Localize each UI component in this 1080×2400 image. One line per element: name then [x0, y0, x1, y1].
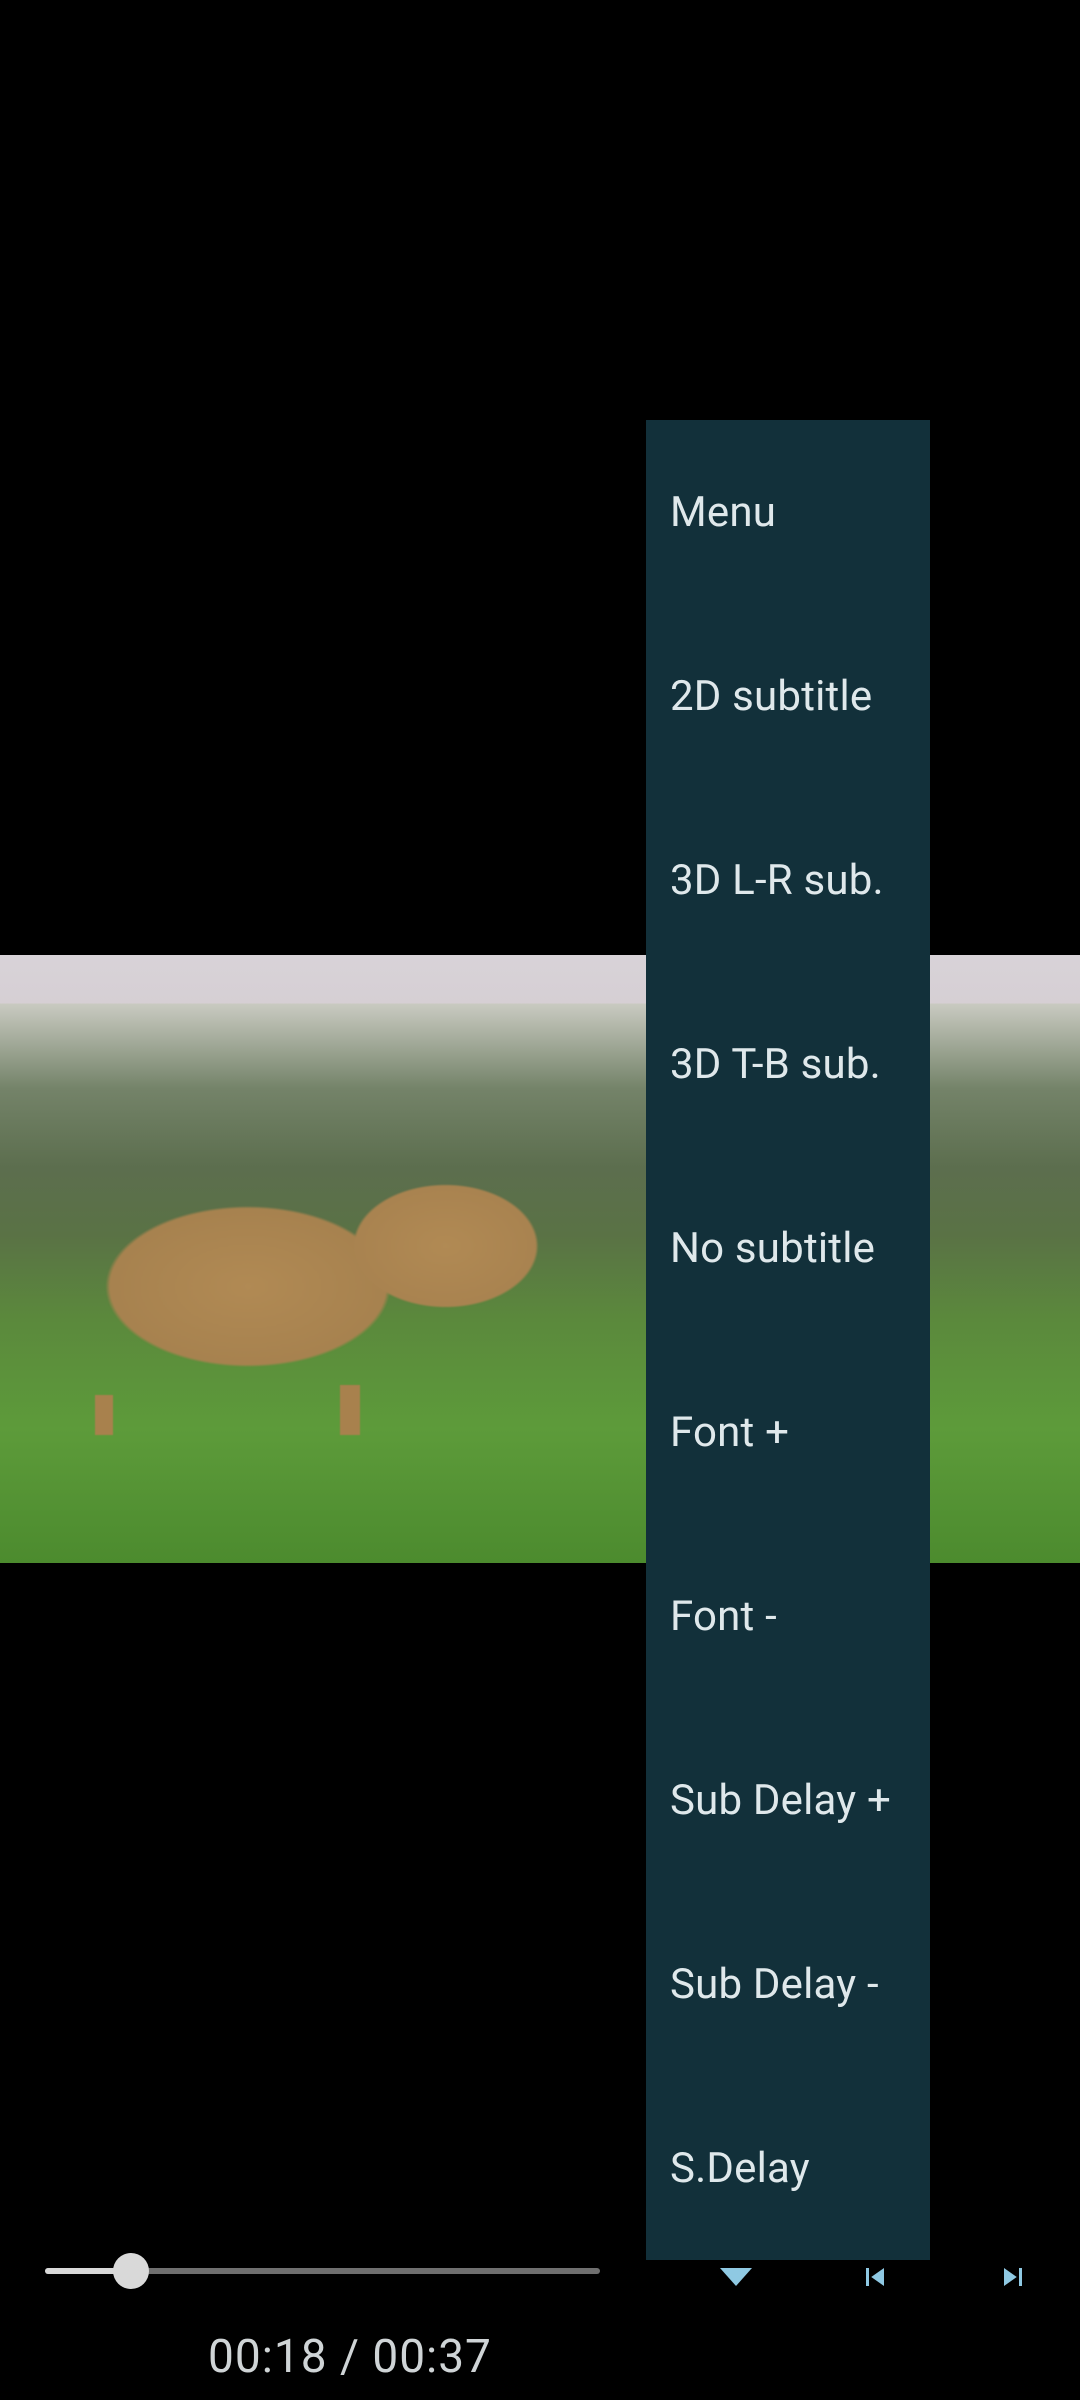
menu-item-menu[interactable]: Menu	[646, 420, 930, 604]
menu-item-font-plus[interactable]: Font +	[646, 1340, 930, 1524]
subtitle-menu-popup: Menu 2D subtitle 3D L-R sub. 3D T-B sub.…	[646, 420, 930, 2260]
previous-track-button[interactable]	[854, 2256, 896, 2298]
skip-next-icon	[995, 2259, 1031, 2295]
menu-item-sub-delay-minus[interactable]: Sub Delay -	[646, 1892, 930, 2076]
menu-item-2d-subtitle[interactable]: 2D subtitle	[646, 604, 930, 788]
menu-item-3d-lr-sub[interactable]: 3D L-R sub.	[646, 788, 930, 972]
playback-controls: 00:18 / 00:37	[0, 2230, 1080, 2400]
seek-bar[interactable]	[45, 2268, 600, 2274]
seek-bar-thumb[interactable]	[113, 2253, 149, 2289]
menu-item-3d-tb-sub[interactable]: 3D T-B sub.	[646, 972, 930, 1156]
menu-item-sub-delay-plus[interactable]: Sub Delay +	[646, 1708, 930, 1892]
next-track-button[interactable]	[992, 2256, 1034, 2298]
chevron-down-icon	[720, 2268, 752, 2286]
menu-item-no-subtitle[interactable]: No subtitle	[646, 1156, 930, 1340]
playback-time: 00:18 / 00:37	[208, 2330, 492, 2384]
skip-previous-icon	[857, 2259, 893, 2295]
dropdown-caret-icon[interactable]	[715, 2256, 757, 2298]
menu-item-font-minus[interactable]: Font -	[646, 1524, 930, 1708]
